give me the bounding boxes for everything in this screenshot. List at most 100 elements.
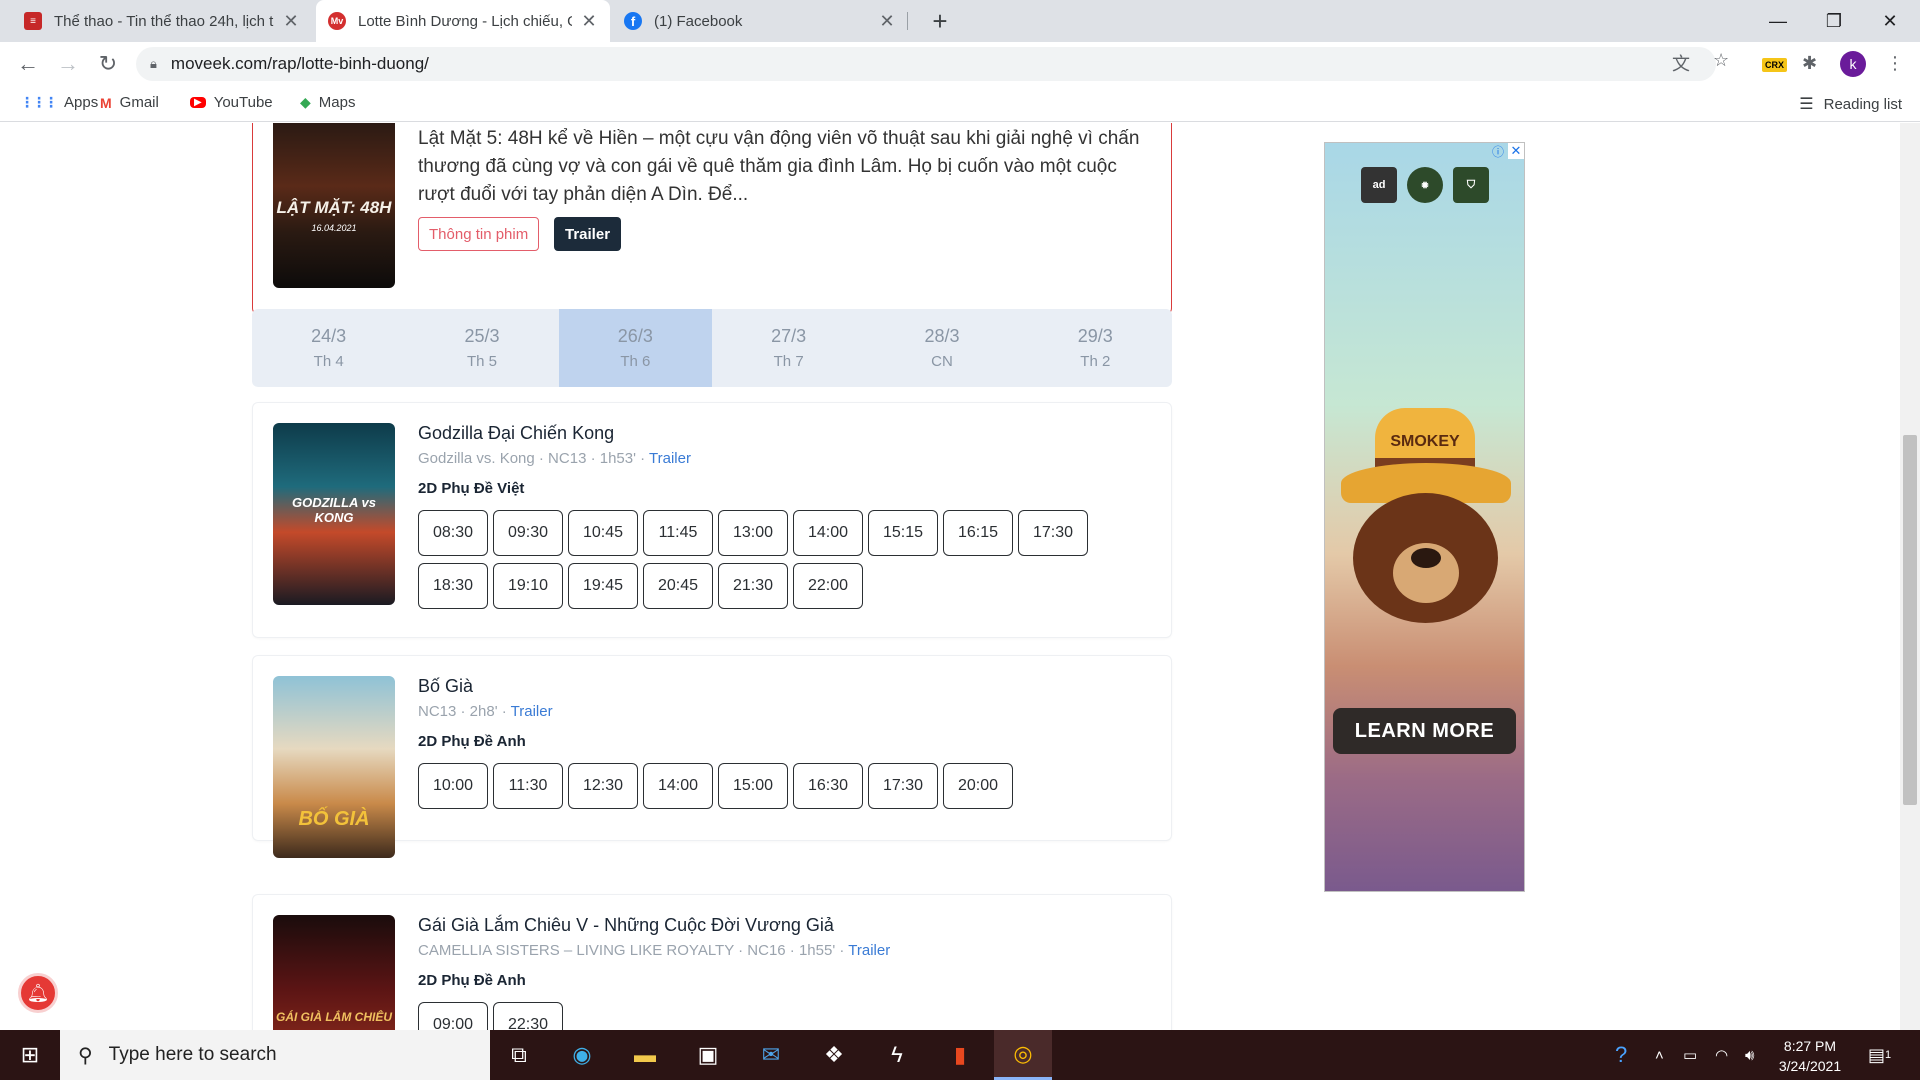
tab-lotte[interactable]: Mv Lotte Bình Dương - Lịch chiếu, Gi ✕ bbox=[316, 0, 610, 42]
apps-grid-icon: ⋮⋮⋮ bbox=[20, 94, 58, 110]
showtime-button[interactable]: 17:30 bbox=[1018, 510, 1088, 556]
trailer-link[interactable]: Trailer bbox=[848, 942, 890, 959]
date-day: 25/3 bbox=[464, 326, 500, 346]
showtime-button[interactable]: 22:00 bbox=[793, 563, 863, 609]
bookmark-gmail[interactable]: M Gmail bbox=[100, 94, 159, 111]
task-view-icon[interactable]: ⧉ bbox=[490, 1030, 548, 1080]
date-tab[interactable]: 25/3 Th 5 bbox=[405, 309, 558, 387]
showtime-button[interactable]: 19:45 bbox=[568, 563, 638, 609]
movie-title[interactable]: Bố Già bbox=[418, 676, 473, 697]
movie-title[interactable]: Godzilla Đại Chiến Kong bbox=[418, 423, 614, 444]
help-icon[interactable]: ? bbox=[1615, 1030, 1627, 1080]
showtime-button[interactable]: 08:30 bbox=[418, 510, 488, 556]
showtime-button[interactable]: 17:30 bbox=[868, 763, 938, 809]
showtime-button[interactable]: 14:00 bbox=[793, 510, 863, 556]
date-tab[interactable]: 28/3 CN bbox=[865, 309, 1018, 387]
movie-meta: CAMELLIA SISTERS – LIVING LIKE ROYALTY ·… bbox=[418, 942, 890, 959]
bookmark-apps[interactable]: ⋮⋮⋮ Apps bbox=[20, 94, 98, 111]
showtime-button[interactable]: 15:15 bbox=[868, 510, 938, 556]
showtime-button[interactable]: 19:10 bbox=[493, 563, 563, 609]
trailer-link[interactable]: Trailer bbox=[649, 450, 691, 467]
tab-facebook[interactable]: f (1) Facebook ✕ bbox=[612, 0, 908, 42]
ad-close-icon[interactable]: ✕ bbox=[1508, 143, 1524, 159]
gmail-icon: M bbox=[100, 94, 112, 111]
mail-icon[interactable]: ✉ bbox=[742, 1030, 800, 1080]
app-bolt-icon[interactable]: ϟ bbox=[868, 1030, 926, 1080]
showtime-button[interactable]: 18:30 bbox=[418, 563, 488, 609]
volume-icon[interactable]: 🔊︎ bbox=[1745, 1030, 1754, 1080]
extensions-puzzle-icon[interactable]: ✱ bbox=[1802, 53, 1817, 74]
windows-start-icon[interactable]: ⊞ bbox=[0, 1030, 60, 1080]
showtime-button[interactable]: 11:45 bbox=[643, 510, 713, 556]
file-explorer-icon[interactable]: ▬ bbox=[616, 1030, 674, 1080]
godzilla-poster[interactable]: GODZILLA vs KONG bbox=[273, 423, 395, 605]
close-tab-icon[interactable]: ✕ bbox=[282, 11, 300, 32]
showtime-button[interactable]: 15:00 bbox=[718, 763, 788, 809]
crx-extension-icon[interactable]: CRX bbox=[1762, 58, 1788, 72]
reload-icon[interactable]: ↻ bbox=[94, 50, 122, 78]
tab-thethao[interactable]: ≡ Thể thao - Tin thể thao 24h, lịch t ✕ bbox=[12, 0, 312, 42]
chrome-icon[interactable]: ◎ bbox=[994, 1030, 1052, 1080]
ad-info-icon[interactable]: ⓘ bbox=[1490, 143, 1506, 159]
gai-gia-poster[interactable]: GÁI GIÀ LẮM CHIÊU bbox=[273, 915, 395, 1030]
translate-icon[interactable]: 文 bbox=[1672, 50, 1690, 76]
showtime-button[interactable]: 13:00 bbox=[718, 510, 788, 556]
trailer-link[interactable]: Trailer bbox=[511, 703, 553, 720]
date-tab[interactable]: 29/3 Th 2 bbox=[1019, 309, 1172, 387]
smokey-bear-ad[interactable]: ⓘ ✕ ad ✹ ⛉ SMOKEY LEARN MORE bbox=[1324, 142, 1525, 892]
minimize-icon[interactable]: — bbox=[1750, 0, 1806, 42]
showtime-button[interactable]: 16:15 bbox=[943, 510, 1013, 556]
showtime-button[interactable]: 09:30 bbox=[493, 510, 563, 556]
taskbar-search[interactable]: ⚲ Type here to search bbox=[60, 1030, 490, 1080]
action-center-icon[interactable]: ▤ 1 bbox=[1868, 1030, 1891, 1080]
profile-avatar[interactable]: k bbox=[1840, 51, 1866, 77]
dropbox-icon[interactable]: ❖ bbox=[805, 1030, 863, 1080]
battery-icon[interactable]: ▭ bbox=[1683, 1030, 1697, 1080]
lat-mat-poster[interactable]: LẬT MẶT: 48H 16.04.2021 bbox=[273, 123, 395, 288]
back-arrow-icon[interactable]: ← bbox=[14, 50, 42, 78]
date-tab[interactable]: 24/3 Th 4 bbox=[252, 309, 405, 387]
date-weekday: Th 7 bbox=[773, 353, 804, 370]
restore-icon[interactable]: ❐ bbox=[1806, 0, 1862, 42]
showtime-button[interactable]: 20:45 bbox=[643, 563, 713, 609]
store-icon[interactable]: ▣ bbox=[679, 1030, 737, 1080]
showtime-button[interactable]: 11:30 bbox=[493, 763, 563, 809]
bo-gia-poster[interactable]: BỐ GIÀ bbox=[273, 676, 395, 858]
bookmark-star-icon[interactable]: ☆ bbox=[1713, 50, 1729, 71]
reading-list-button[interactable]: ☰ Reading list bbox=[1799, 94, 1902, 114]
search-icon: ⚲ bbox=[78, 1044, 93, 1067]
showtime-button[interactable]: 09:00 bbox=[418, 1002, 488, 1030]
showtime-button[interactable]: 10:00 bbox=[418, 763, 488, 809]
new-tab-button[interactable]: + bbox=[925, 6, 955, 37]
showtime-button[interactable]: 14:00 bbox=[643, 763, 713, 809]
scrollbar-thumb[interactable] bbox=[1903, 435, 1917, 805]
showtime-button[interactable]: 10:45 bbox=[568, 510, 638, 556]
showtime-button[interactable]: 12:30 bbox=[568, 763, 638, 809]
movie-info-button[interactable]: Thông tin phim bbox=[418, 217, 540, 251]
date-tab[interactable]: 26/3 Th 6 bbox=[558, 309, 712, 387]
date-weekday: CN bbox=[931, 353, 953, 370]
trailer-button[interactable]: Trailer bbox=[554, 217, 622, 251]
menu-kebab-icon[interactable]: ⋮ bbox=[1886, 53, 1904, 74]
showtime-button[interactable]: 16:30 bbox=[793, 763, 863, 809]
close-tab-icon[interactable]: ✕ bbox=[878, 11, 896, 32]
notification-bell-icon[interactable]: 🔔︎ bbox=[18, 973, 58, 1013]
date-tab[interactable]: 27/3 Th 7 bbox=[712, 309, 865, 387]
edge-icon[interactable]: ◉ bbox=[553, 1030, 611, 1080]
showtime-button[interactable]: 21:30 bbox=[718, 563, 788, 609]
bookmark-youtube[interactable]: ▶ YouTube bbox=[190, 94, 273, 111]
bookmark-maps[interactable]: ◆ Maps bbox=[300, 94, 355, 111]
showtime-button[interactable]: 22:30 bbox=[493, 1002, 563, 1030]
close-window-icon[interactable]: ✕ bbox=[1862, 0, 1918, 42]
address-bar[interactable]: 🔒︎ moveek.com/rap/lotte-binh-duong/ bbox=[136, 47, 1716, 81]
system-clock[interactable]: 8:27 PM 3/24/2021 bbox=[1770, 1036, 1850, 1076]
tray-chevron-icon[interactable]: ˄ bbox=[1655, 1030, 1664, 1080]
showtime-button[interactable]: 20:00 bbox=[943, 763, 1013, 809]
office-icon[interactable]: ▮ bbox=[931, 1030, 989, 1080]
learn-more-button[interactable]: LEARN MORE bbox=[1333, 708, 1516, 754]
forward-arrow-icon[interactable]: → bbox=[54, 50, 82, 78]
wifi-icon[interactable]: ◠ bbox=[1715, 1030, 1728, 1080]
movie-title[interactable]: Gái Già Lắm Chiêu V - Những Cuộc Đời Vươ… bbox=[418, 915, 834, 936]
lock-icon[interactable]: 🔒︎ bbox=[150, 56, 157, 72]
close-tab-icon[interactable]: ✕ bbox=[580, 11, 598, 32]
